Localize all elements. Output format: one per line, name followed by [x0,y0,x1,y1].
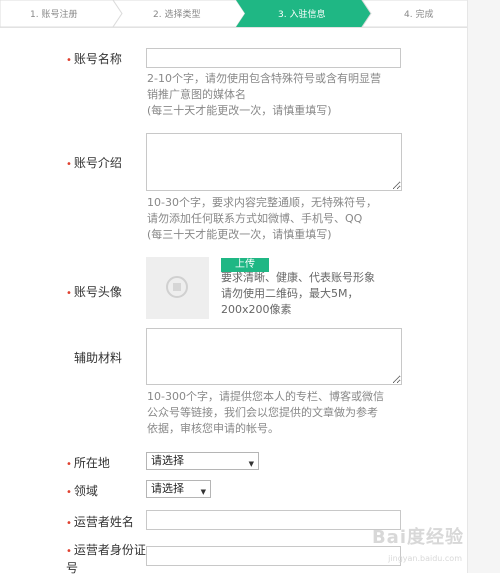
account-name-input[interactable] [146,48,401,68]
step-1-label: 1. 账号注册 [30,10,78,20]
account-intro-hint: 10-30个字，要求内容完整通顺，无特殊符号， 请勿添加任何联系方式如微博、手机… [147,196,377,241]
field-label: • 领域 [66,484,98,498]
required-marker: • [66,55,72,66]
watermark-url: jingyan.baidu.com [388,554,462,563]
right-page-edge [467,0,500,573]
avatar-preview[interactable] [146,257,209,319]
watermark-logo: Bai度经验 [371,527,464,548]
required-marker: • [66,459,72,470]
dropdown-caret-icon: ▼ [248,460,254,468]
required-marker: • [66,518,72,529]
step-4-label: 4. 完成 [404,10,434,20]
location-label: • 所在地 [66,456,110,470]
operator-name-input[interactable] [146,510,401,530]
step-progress-bar: 1. 账号注册 2. 选择类型 3. 入驻信息 4. 完成 [0,0,500,28]
aux-material-textarea[interactable] [146,328,402,385]
operator-name-label: • 运营者姓名 [66,515,134,529]
operator-id-label: • 运营者身份证 号 [66,543,146,575]
account-name-label: • 账号名称 [66,52,122,66]
account-name-hint: 2-10个字，请勿使用包含特殊符号或含有明显营 销推广意图的媒体名 (每三十天才… [147,72,381,117]
avatar-hint: 要求清晰、健康、代表账号形象 请勿使用二维码，最大5M， 200x200像素 [221,271,375,316]
account-intro-label: • 账号介绍 [66,156,122,170]
required-marker: • [66,487,72,498]
required-marker: • [66,546,72,557]
account-intro-textarea[interactable] [146,133,402,191]
required-marker: • [66,288,72,299]
image-placeholder-icon [166,276,188,298]
required-marker: • [66,159,72,170]
location-select[interactable]: 请选择 ▼ [146,452,259,470]
field-select[interactable]: 请选择 ▼ [146,480,211,498]
step-2-label: 2. 选择类型 [153,10,201,20]
avatar-label: • 账号头像 [66,285,122,299]
step-3-label: 3. 入驻信息 [278,10,326,20]
aux-material-hint: 10-300个字，请提供您本人的专栏、博客或微信 公众号等链接，我们会以您提供的… [147,390,384,435]
operator-id-input[interactable] [146,546,401,566]
dropdown-caret-icon: ▼ [200,488,206,496]
aux-material-label: 辅助材料 [74,351,123,365]
